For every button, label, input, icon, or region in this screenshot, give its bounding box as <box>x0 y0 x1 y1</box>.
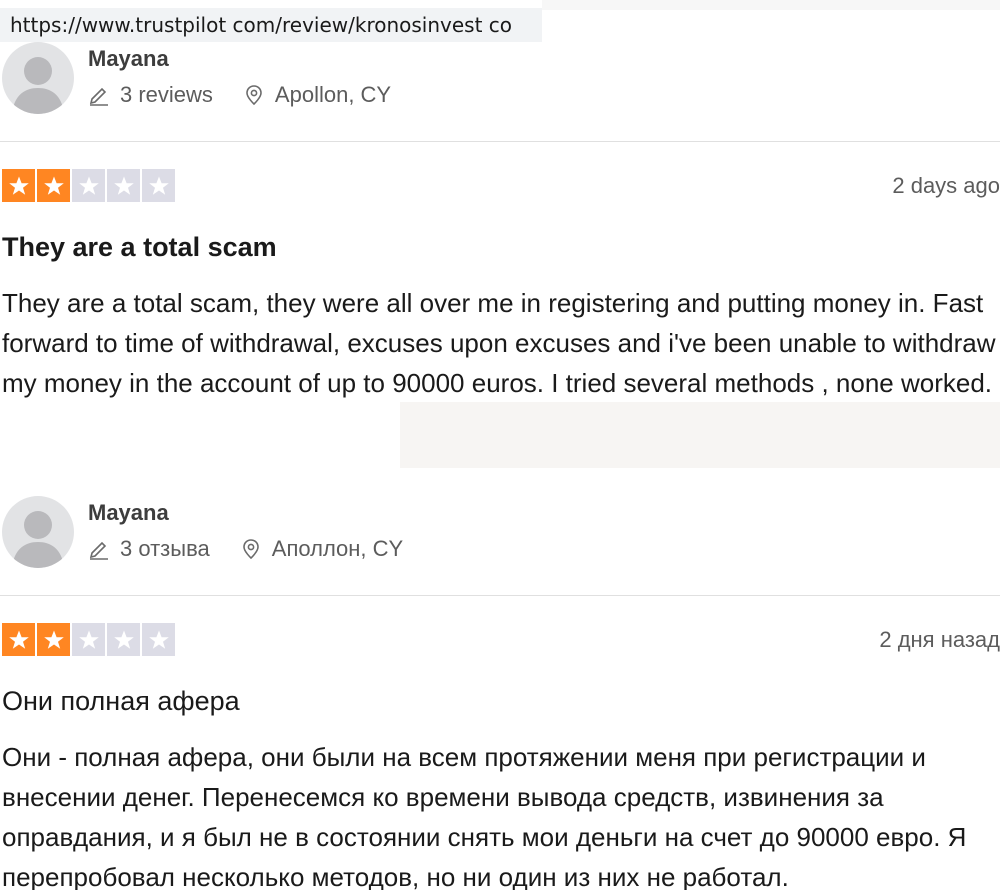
star-icon <box>2 169 35 202</box>
reviewer-name[interactable]: Mayana <box>88 46 169 72</box>
review-body: Они - полная афера, они были на всем про… <box>2 742 967 890</box>
review-body: They are a total scam, they were all ove… <box>2 288 996 398</box>
divider <box>0 595 1000 596</box>
star-icon <box>72 623 105 656</box>
reviewer-location: Apollon, CY <box>274 82 392 107</box>
reviewer-meta: 3 отзыва Аполлон, CY <box>88 536 403 562</box>
reviewer-meta: 3 reviews Apollon, CY <box>88 82 391 108</box>
text-highlight <box>400 402 1000 468</box>
pencil-icon <box>88 84 110 106</box>
reviews-count: 3 reviews <box>120 82 213 107</box>
reviewer-card: Mayana 3 отзыва Аполлон, CY <box>0 496 1000 586</box>
review-title[interactable]: They are a total scam <box>2 232 277 263</box>
star-icon <box>142 623 175 656</box>
reviewer-name[interactable]: Mayana <box>88 500 169 526</box>
reviewer-card: Mayana 3 reviews Apollon, CY <box>0 42 1000 132</box>
star-icon <box>2 623 35 656</box>
review-date: 2 days ago <box>892 173 1000 198</box>
divider <box>0 141 1000 142</box>
star-icon <box>37 169 70 202</box>
star-rating <box>2 169 177 202</box>
avatar[interactable] <box>2 42 74 114</box>
url-bar[interactable]: https://www.trustpilot com/review/kronos… <box>0 8 542 42</box>
review-date: 2 дня назад <box>879 627 1000 652</box>
map-pin-icon <box>243 84 265 106</box>
map-pin-icon <box>240 538 262 560</box>
pencil-icon <box>88 538 110 560</box>
avatar[interactable] <box>2 496 74 568</box>
user-avatar-icon <box>12 57 64 114</box>
reviews-count: 3 отзыва <box>120 536 210 561</box>
reviewer-location: Аполлон, CY <box>271 536 404 561</box>
user-avatar-icon <box>12 511 64 568</box>
top-strip <box>542 0 1000 10</box>
star-icon <box>107 169 140 202</box>
review-title[interactable]: Они полная афера <box>2 686 240 717</box>
star-icon <box>72 169 105 202</box>
star-icon <box>142 169 175 202</box>
star-icon <box>107 623 140 656</box>
star-rating <box>2 623 177 656</box>
star-icon <box>37 623 70 656</box>
